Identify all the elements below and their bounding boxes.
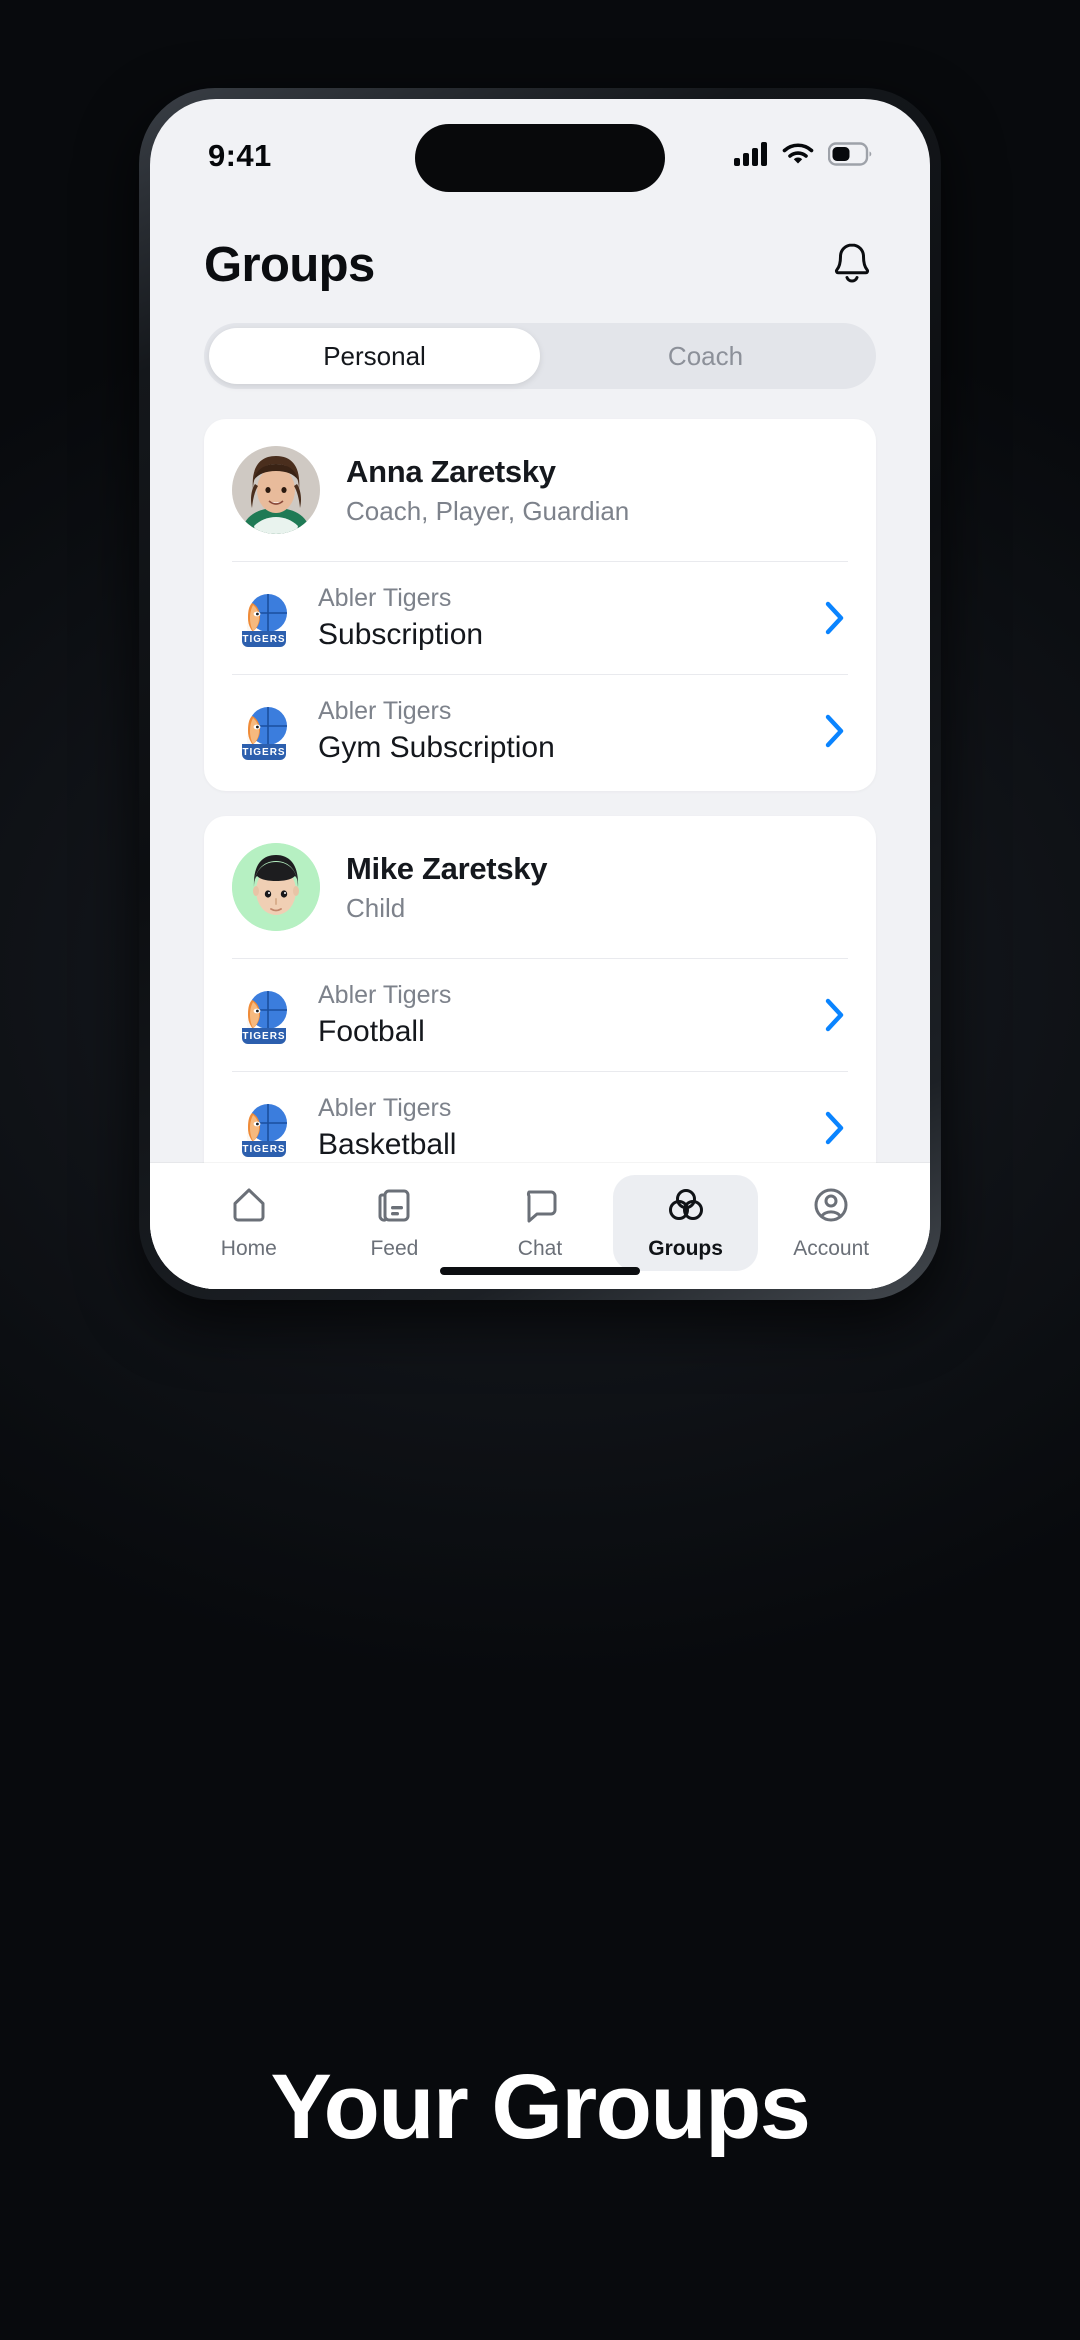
person-header[interactable]: Mike Zaretsky Child <box>204 816 876 958</box>
tab-personal-label: Personal <box>323 341 426 372</box>
tab-coach[interactable]: Coach <box>540 328 871 384</box>
svg-text:TIGERS: TIGERS <box>242 634 285 645</box>
bell-icon <box>830 240 874 291</box>
svg-text:TIGERS: TIGERS <box>242 1031 285 1042</box>
tab-groups-label: Groups <box>648 1237 723 1261</box>
feed-icon <box>372 1183 416 1232</box>
status-time: 9:41 <box>208 138 272 174</box>
phone-device-frame: 9:41 <box>139 88 941 1300</box>
subscription-row[interactable]: TIGERS Abler Tigers Football <box>204 959 876 1071</box>
person-header[interactable]: Anna Zaretsky Coach, Player, Guardian <box>204 419 876 561</box>
tab-home[interactable]: Home <box>176 1175 322 1271</box>
row-club-name: Abler Tigers <box>318 1094 456 1123</box>
chevron-right-icon <box>824 1110 846 1146</box>
tab-chat[interactable]: Chat <box>467 1175 613 1271</box>
notifications-button[interactable] <box>822 235 882 295</box>
status-indicators <box>734 142 874 171</box>
screenshot-stage: 9:41 <box>0 0 1080 2340</box>
groups-circles-icon <box>664 1183 708 1232</box>
row-club-name: Abler Tigers <box>318 981 451 1010</box>
home-indicator <box>440 1267 640 1275</box>
home-icon <box>227 1183 271 1232</box>
chevron-right-icon <box>824 600 846 636</box>
avatar <box>232 843 320 931</box>
segmented-control-wrapper: Personal Coach <box>150 323 930 407</box>
tab-home-label: Home <box>221 1237 277 1261</box>
group-card: Anna Zaretsky Coach, Player, Guardian <box>204 419 876 791</box>
avatar <box>232 446 320 534</box>
person-name: Mike Zaretsky <box>346 851 547 887</box>
chevron-right-icon <box>824 997 846 1033</box>
person-text: Anna Zaretsky Coach, Player, Guardian <box>346 454 629 527</box>
row-title: Football <box>318 1015 451 1049</box>
tab-personal[interactable]: Personal <box>209 328 540 384</box>
groups-scroll-list[interactable]: Anna Zaretsky Coach, Player, Guardian <box>150 407 930 1289</box>
wifi-icon <box>782 142 814 171</box>
row-title: Basketball <box>318 1128 456 1162</box>
caption-text: Your Groups <box>0 2055 1080 2160</box>
group-card: Mike Zaretsky Child <box>204 816 876 1188</box>
subscription-row[interactable]: TIGERS Abler Tigers Subscription <box>204 562 876 674</box>
row-club-name: Abler Tigers <box>318 697 555 726</box>
segmented-control: Personal Coach <box>204 323 876 389</box>
chat-bubble-icon <box>518 1183 562 1232</box>
account-person-icon <box>809 1183 853 1232</box>
tab-account[interactable]: Account <box>758 1175 904 1271</box>
row-text: Abler Tigers Gym Subscription <box>318 697 555 765</box>
person-text: Mike Zaretsky Child <box>346 851 547 924</box>
row-text: Abler Tigers Basketball <box>318 1094 456 1162</box>
phone-screen: 9:41 <box>150 99 930 1289</box>
tab-feed-label: Feed <box>370 1237 418 1261</box>
abler-tigers-logo: TIGERS <box>232 1097 294 1159</box>
tab-feed[interactable]: Feed <box>322 1175 468 1271</box>
tab-groups[interactable]: Groups <box>613 1175 759 1271</box>
cellular-signal-icon <box>734 142 768 171</box>
tab-coach-label: Coach <box>668 341 743 372</box>
row-text: Abler Tigers Subscription <box>318 584 483 652</box>
svg-text:TIGERS: TIGERS <box>242 747 285 758</box>
battery-icon <box>828 142 874 171</box>
row-title: Gym Subscription <box>318 731 555 765</box>
chevron-right-icon <box>824 713 846 749</box>
tab-chat-label: Chat <box>518 1237 562 1261</box>
abler-tigers-logo: TIGERS <box>232 984 294 1046</box>
row-title: Subscription <box>318 618 483 652</box>
dynamic-island <box>415 124 665 192</box>
abler-tigers-logo: TIGERS <box>232 700 294 762</box>
row-text: Abler Tigers Football <box>318 981 451 1049</box>
svg-text:TIGERS: TIGERS <box>242 1144 285 1155</box>
app-header: Groups <box>150 207 930 323</box>
abler-tigers-logo: TIGERS <box>232 587 294 649</box>
person-role: Child <box>346 893 547 924</box>
subscription-row[interactable]: TIGERS Abler Tigers Gym Subscription <box>204 675 876 787</box>
person-name: Anna Zaretsky <box>346 454 629 490</box>
tab-account-label: Account <box>793 1237 869 1261</box>
person-role: Coach, Player, Guardian <box>346 496 629 527</box>
row-club-name: Abler Tigers <box>318 584 483 613</box>
page-title: Groups <box>204 237 375 293</box>
